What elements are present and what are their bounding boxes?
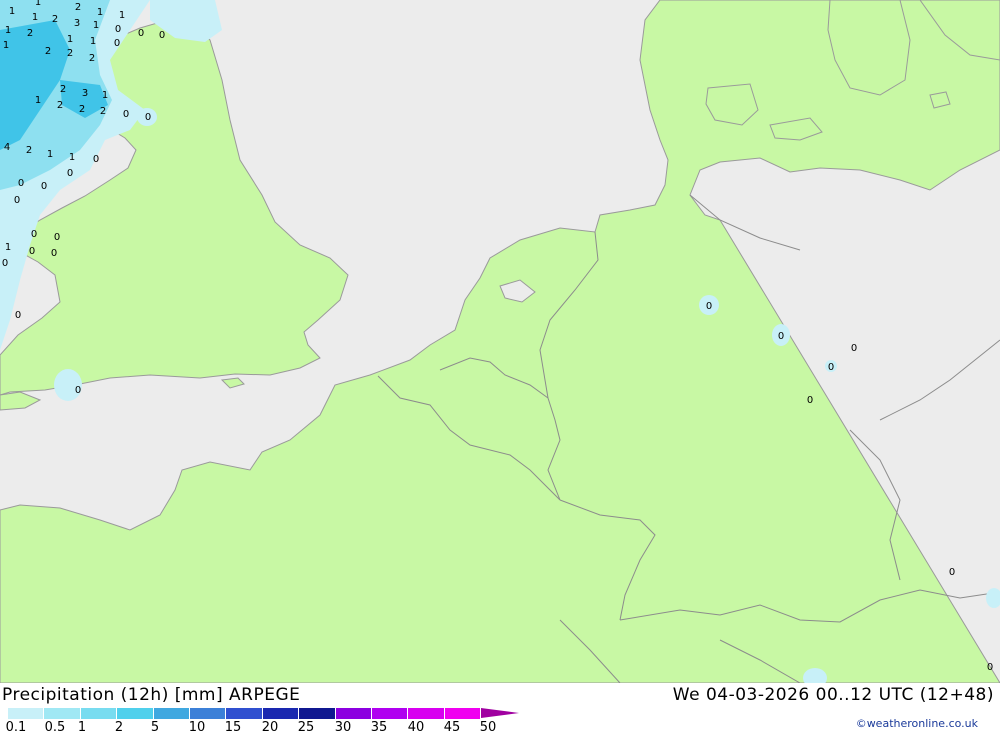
- precip-label: 2: [27, 28, 33, 39]
- legend-swatch: [117, 708, 154, 719]
- legend-swatch: [226, 708, 263, 719]
- precip-label: 0: [987, 662, 993, 673]
- precip-label: 0: [123, 109, 129, 120]
- map-title: Precipitation (12h) [mm] ARPEGE: [2, 685, 301, 705]
- precip-label: 0: [145, 112, 151, 123]
- legend-swatch: [8, 708, 45, 719]
- precip-label: 0: [18, 178, 24, 189]
- forecast-datetime: We 04-03-2026 00..12 UTC (12+48): [672, 685, 994, 705]
- precip-label: 1: [35, 0, 41, 8]
- precip-label: 1: [90, 36, 96, 47]
- precip-label: 1: [97, 7, 103, 18]
- map-canvas: 1 2 1 1 1 1 2 3 1 0 1 2 2 1 0 1 2 2 0 0 …: [0, 0, 1000, 688]
- precip-label: 4: [4, 142, 10, 153]
- legend-swatch: [153, 708, 190, 719]
- precip-label: 0: [67, 168, 73, 179]
- legend-swatch: [80, 708, 118, 719]
- precip-label: 1: [119, 10, 125, 21]
- precip-label: 2: [67, 48, 73, 59]
- precip-label: 1: [9, 6, 15, 17]
- precip-label: 1: [67, 34, 73, 45]
- legend-swatch: [262, 708, 300, 719]
- precip-label: 2: [57, 100, 63, 111]
- precip-label: 3: [82, 88, 88, 99]
- precip-label: 0: [93, 154, 99, 165]
- precip-label: 2: [60, 84, 66, 95]
- precip-label: 2: [52, 14, 58, 25]
- precip-label: 1: [5, 242, 11, 253]
- precip-label: 2: [45, 46, 51, 57]
- precip-label: 1: [47, 149, 53, 160]
- precip-label: 0: [159, 30, 165, 41]
- precip-label: 0: [807, 395, 813, 406]
- legend-arrow: [481, 708, 519, 718]
- precip-label: 0: [51, 248, 57, 259]
- legend-swatch: [371, 708, 409, 719]
- precip-label: 2: [89, 53, 95, 64]
- precip-label: 0: [706, 301, 712, 312]
- precip-label: 1: [93, 20, 99, 31]
- precip-label: 1: [35, 95, 41, 106]
- precip-label: 1: [3, 40, 9, 51]
- legend-color-bar: [8, 708, 482, 719]
- credit-link[interactable]: ©weatheronline.co.uk: [856, 717, 978, 730]
- precip-label: 0: [778, 331, 784, 342]
- precip-label: 2: [100, 106, 106, 117]
- precip-label: 1: [69, 152, 75, 163]
- precip-label: 0: [14, 195, 20, 206]
- precip-label: 0: [41, 181, 47, 192]
- precip-label: 0: [115, 24, 121, 35]
- precip-label: 0: [15, 310, 21, 321]
- legend-swatch: [189, 708, 227, 719]
- precip-label: 2: [26, 145, 32, 156]
- precip-label: 0: [31, 229, 37, 240]
- precip-label: 0: [138, 28, 144, 39]
- precip-label: 1: [32, 12, 38, 23]
- legend-swatch: [335, 708, 372, 719]
- precip-label: 2: [75, 2, 81, 13]
- precip-label: 0: [29, 246, 35, 257]
- precip-label: 0: [114, 38, 120, 49]
- legend-swatch: [408, 708, 445, 719]
- precip-label: 0: [828, 362, 834, 373]
- precip-label: 0: [2, 258, 8, 269]
- legend-swatch: [444, 708, 482, 719]
- legend-swatch: [299, 708, 336, 719]
- map-footer: Precipitation (12h) [mm] ARPEGE We 04-03…: [0, 683, 1000, 735]
- precip-label: 0: [851, 343, 857, 354]
- precip-label: 2: [79, 104, 85, 115]
- precip-label: 0: [54, 232, 60, 243]
- precip-label: 3: [74, 18, 80, 29]
- precip-label: 0: [75, 385, 81, 396]
- precip-label: 0: [949, 567, 955, 578]
- precip-label: 1: [5, 25, 11, 36]
- legend-swatch: [44, 708, 81, 719]
- precipitation-map: 1 2 1 1 1 1 2 3 1 0 1 2 2 1 0 1 2 2 0 0 …: [0, 0, 1000, 688]
- precip-label: 1: [102, 90, 108, 101]
